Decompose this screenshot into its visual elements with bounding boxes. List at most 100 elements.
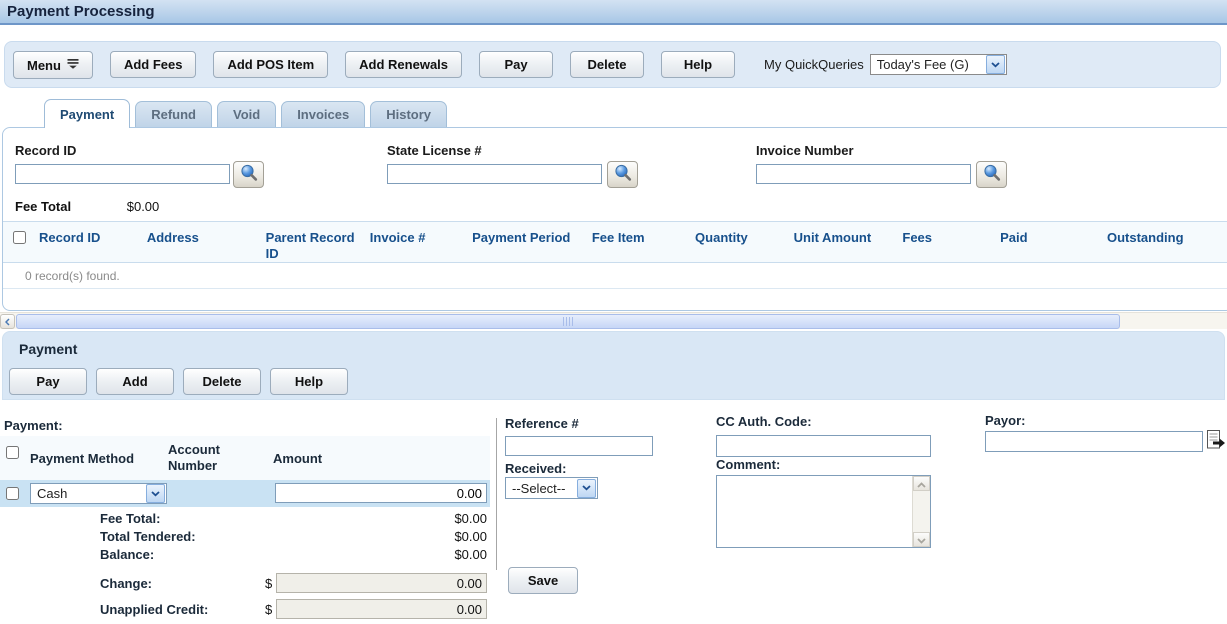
column-account-number: Account Number: [168, 442, 238, 474]
toolbar: Menu Add Fees Add POS Item Add Renewals …: [4, 41, 1221, 88]
fee-column-fee-item: Fee Item: [582, 222, 685, 262]
tab-refund[interactable]: Refund: [135, 101, 212, 127]
select-all-checkbox[interactable]: [13, 231, 26, 244]
title-bar: Payment Processing: [0, 0, 1227, 25]
received-selected-value: --Select--: [506, 481, 576, 496]
chevron-up-icon: [917, 476, 926, 491]
save-button[interactable]: Save: [508, 567, 578, 594]
state-license-input[interactable]: [387, 164, 602, 184]
column-divider: [496, 418, 497, 570]
payment-section-panel: Payment Pay Add Delete Help: [2, 331, 1225, 400]
quickqueries-select[interactable]: Today's Fee (G): [870, 54, 1007, 75]
change-label: Change:: [100, 576, 152, 591]
invoice-number-label: Invoice Number: [756, 143, 854, 158]
payment-rows-select-all-checkbox[interactable]: [6, 446, 19, 459]
fee-total-row: Fee Total $0.00: [15, 199, 159, 214]
payor-input[interactable]: [985, 431, 1203, 452]
column-amount: Amount: [273, 451, 322, 466]
fee-column-record-id: Record ID: [29, 222, 137, 262]
fee-total-value: $0.00: [127, 199, 160, 214]
cc-auth-code-input[interactable]: [716, 435, 931, 457]
fee-total-summary-value: $0.00: [300, 511, 487, 526]
record-id-search-button[interactable]: [233, 161, 264, 188]
tab-invoices[interactable]: Invoices: [281, 101, 365, 127]
reference-input[interactable]: [505, 436, 653, 456]
section-help-button[interactable]: Help: [270, 368, 348, 395]
tab-void[interactable]: Void: [217, 101, 276, 127]
add-fees-button[interactable]: Add Fees: [110, 51, 197, 78]
menu-dropdown-icon: [67, 57, 79, 72]
fee-total-summary-label: Fee Total:: [100, 511, 160, 526]
fee-table-empty-row: 0 record(s) found.: [3, 263, 1227, 289]
fee-column-address: Address: [137, 222, 256, 262]
fee-column-unit-amount: Unit Amount: [784, 222, 893, 262]
column-payment-method: Payment Method: [30, 451, 134, 466]
fee-table-header: Record ID Address Parent Record ID Invoi…: [3, 221, 1227, 263]
fee-column-parent-record: Parent Record ID: [256, 222, 360, 262]
unapplied-credit-input: [276, 599, 487, 619]
add-renewals-button[interactable]: Add Renewals: [345, 51, 462, 78]
invoice-number-input[interactable]: [756, 164, 971, 184]
search-icon: [982, 163, 1002, 186]
pay-button[interactable]: Pay: [479, 51, 553, 78]
chevron-down-icon: [917, 532, 926, 547]
chevron-down-icon: [986, 55, 1005, 74]
delete-button[interactable]: Delete: [570, 51, 644, 78]
received-select[interactable]: --Select--: [505, 477, 598, 499]
scroll-left-button[interactable]: [0, 314, 15, 329]
quickqueries-selected-value: Today's Fee (G): [871, 57, 985, 72]
payment-method-select[interactable]: Cash: [30, 483, 167, 504]
unapplied-credit-label: Unapplied Credit:: [100, 602, 208, 617]
payment-method-row: Cash: [0, 480, 490, 507]
payment-method-selected-value: Cash: [31, 486, 145, 501]
search-icon: [613, 163, 633, 186]
payment-row-checkbox[interactable]: [6, 487, 19, 500]
balance-value: $0.00: [300, 547, 487, 562]
section-pay-button[interactable]: Pay: [9, 368, 87, 395]
help-button[interactable]: Help: [661, 51, 735, 78]
section-add-button[interactable]: Add: [96, 368, 174, 395]
state-license-search-button[interactable]: [607, 161, 638, 188]
scroll-up-button[interactable]: [913, 476, 930, 491]
fee-column-quantity: Quantity: [685, 222, 784, 262]
tab-history[interactable]: History: [370, 101, 447, 127]
payment-section-title: Payment: [19, 341, 77, 357]
scroll-down-button[interactable]: [913, 532, 930, 547]
cc-auth-code-label: CC Auth. Code:: [716, 414, 812, 429]
record-id-label: Record ID: [15, 143, 76, 158]
received-label: Received:: [505, 461, 566, 476]
quickqueries-label: My QuickQueries: [764, 57, 864, 72]
payor-label: Payor:: [985, 413, 1025, 428]
add-pos-item-button[interactable]: Add POS Item: [213, 51, 328, 78]
menu-button[interactable]: Menu: [13, 51, 93, 79]
page-title: Payment Processing: [0, 0, 1227, 20]
change-input: [276, 573, 487, 593]
horizontal-scrollbar[interactable]: [0, 312, 1227, 329]
payment-form-label: Payment:: [4, 418, 63, 433]
chevron-down-icon: [577, 479, 596, 498]
payor-lookup-button[interactable]: [1206, 429, 1226, 451]
amount-input[interactable]: [275, 483, 487, 503]
comment-scrollbar[interactable]: [912, 476, 930, 547]
invoice-number-search-button[interactable]: [976, 161, 1007, 188]
change-currency-prefix: $: [265, 576, 272, 591]
payment-section-buttons: Pay Add Delete Help: [9, 368, 348, 395]
unapplied-currency-prefix: $: [265, 602, 272, 617]
reference-label: Reference #: [505, 416, 579, 431]
balance-label: Balance:: [100, 547, 154, 562]
comment-label: Comment:: [716, 457, 780, 472]
payment-method-table-header: Payment Method Account Number Amount: [0, 436, 490, 480]
chevron-left-icon: [5, 314, 10, 329]
tab-payment[interactable]: Payment: [44, 99, 130, 128]
section-delete-button[interactable]: Delete: [183, 368, 261, 395]
fee-column-payment-period: Payment Period: [462, 222, 582, 262]
total-tendered-label: Total Tendered:: [100, 529, 196, 544]
fee-total-label: Fee Total: [15, 199, 71, 214]
payment-tab-panel: Record ID State License # Invoice Number…: [2, 127, 1227, 311]
fee-column-invoice: Invoice #: [360, 222, 462, 262]
comment-textarea[interactable]: [717, 476, 917, 551]
record-id-input[interactable]: [15, 164, 230, 184]
scrollbar-thumb[interactable]: [16, 314, 1120, 329]
payor-lookup-icon: [1206, 439, 1226, 454]
fee-column-paid: Paid: [990, 222, 1097, 262]
